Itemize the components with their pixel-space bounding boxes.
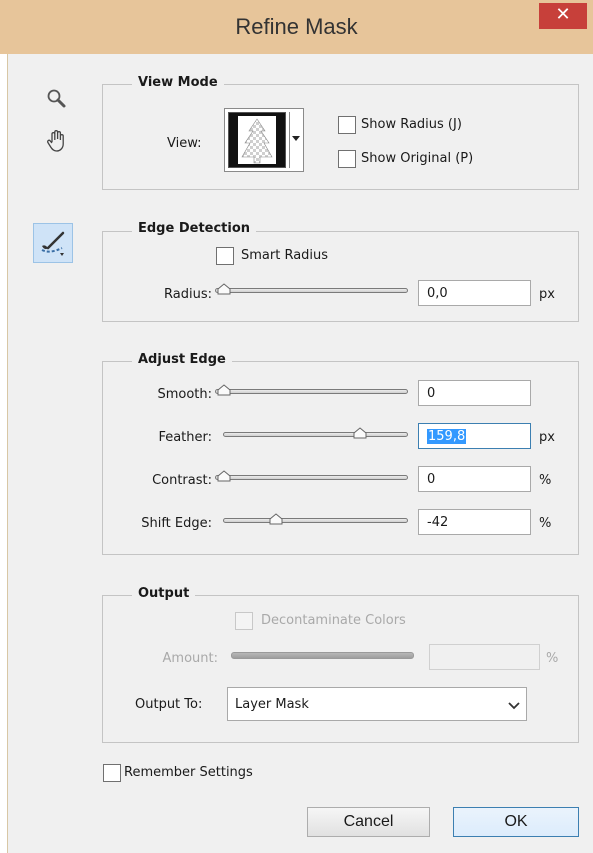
contrast-unit: % — [539, 473, 552, 488]
hand-icon[interactable] — [44, 128, 70, 154]
smart-radius-checkbox[interactable] — [216, 247, 234, 265]
view-label: View: — [167, 136, 202, 151]
dialog-title: Refine Mask — [235, 14, 358, 39]
feather-slider-thumb[interactable] — [353, 427, 367, 439]
feather-value: 159,8 — [427, 429, 467, 444]
chevron-down-icon — [508, 700, 520, 715]
refine-radius-brush-icon[interactable] — [33, 223, 73, 263]
shift-edge-slider-thumb[interactable] — [269, 513, 283, 525]
decontaminate-label: Decontaminate Colors — [261, 613, 406, 628]
cancel-button[interactable]: Cancel — [307, 807, 430, 837]
feather-unit: px — [539, 430, 555, 445]
view-dropdown-arrow-icon — [289, 112, 302, 168]
radius-unit: px — [539, 287, 555, 302]
title-bar: Refine Mask ✕ — [0, 0, 593, 54]
remember-settings-checkbox[interactable] — [103, 764, 121, 782]
smart-radius-label: Smart Radius — [241, 248, 329, 263]
amount-label: Amount: — [162, 651, 218, 666]
zoom-icon[interactable] — [46, 88, 68, 110]
show-radius-checkbox[interactable] — [338, 116, 356, 134]
view-thumbnail-dropdown[interactable] — [224, 108, 304, 172]
output-to-value: Layer Mask — [235, 697, 309, 712]
decontaminate-checkbox[interactable] — [235, 612, 253, 630]
edge-detection-group — [102, 231, 579, 322]
smooth-input[interactable]: 0 — [418, 380, 531, 406]
amount-slider[interactable] — [231, 652, 414, 659]
contrast-slider-thumb[interactable] — [217, 470, 231, 482]
shift-edge-label: Shift Edge: — [141, 516, 212, 531]
show-radius-label: Show Radius (J) — [361, 117, 462, 132]
radius-input[interactable]: 0,0 — [418, 280, 531, 306]
smooth-slider[interactable] — [215, 389, 408, 394]
close-button[interactable]: ✕ — [539, 3, 587, 29]
remember-settings-label: Remember Settings — [124, 765, 253, 780]
ok-button[interactable]: OK — [453, 807, 579, 837]
amount-input[interactable] — [429, 644, 540, 670]
radius-label: Radius: — [164, 287, 212, 302]
contrast-input[interactable]: 0 — [418, 466, 531, 492]
smooth-label: Smooth: — [157, 387, 212, 402]
dialog-body: View Mode View: Show Radius (J) Show Ori… — [7, 54, 593, 853]
radius-slider-thumb[interactable] — [217, 283, 231, 295]
shift-edge-unit: % — [539, 516, 552, 531]
shift-edge-input[interactable]: -42 — [418, 509, 531, 535]
feather-label: Feather: — [158, 430, 212, 445]
adjust-edge-title: Adjust Edge — [132, 352, 232, 367]
contrast-slider[interactable] — [215, 475, 408, 480]
show-original-label: Show Original (P) — [361, 151, 474, 166]
output-to-label: Output To: — [135, 697, 203, 712]
output-title: Output — [132, 586, 196, 601]
view-thumbnail — [228, 112, 286, 168]
amount-unit: % — [546, 651, 559, 666]
radius-slider[interactable] — [215, 288, 408, 293]
view-mode-title: View Mode — [132, 75, 224, 90]
smooth-slider-thumb[interactable] — [217, 384, 231, 396]
output-to-dropdown[interactable]: Layer Mask — [227, 687, 527, 721]
shift-edge-slider[interactable] — [223, 518, 408, 523]
show-original-checkbox[interactable] — [338, 150, 356, 168]
feather-input[interactable]: 159,8 — [418, 423, 531, 449]
feather-slider[interactable] — [223, 432, 408, 437]
contrast-label: Contrast: — [152, 473, 212, 488]
edge-detection-title: Edge Detection — [132, 221, 257, 236]
